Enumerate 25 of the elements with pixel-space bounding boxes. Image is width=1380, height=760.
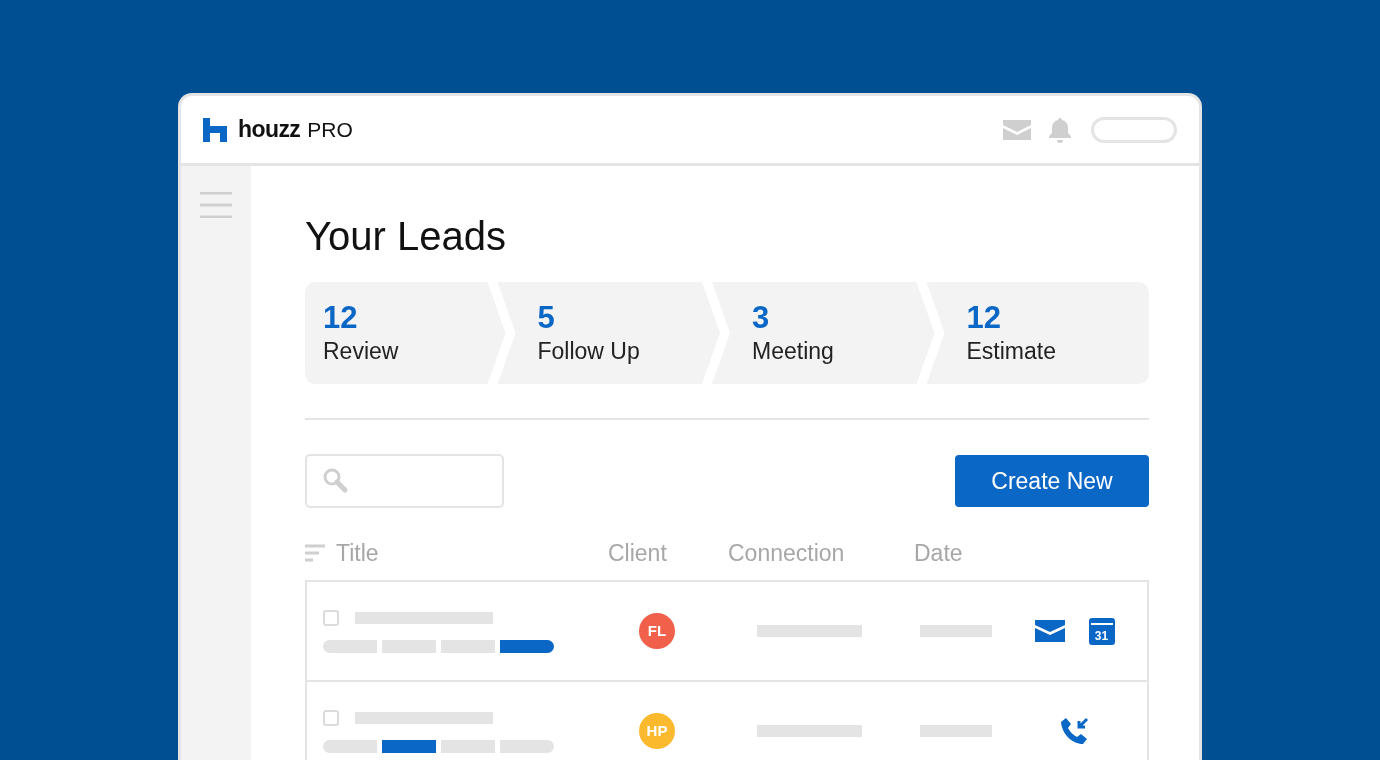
logo-icon [203, 117, 227, 142]
calendar-icon[interactable]: 31 [1088, 617, 1115, 645]
search-field[interactable] [305, 454, 504, 508]
page-title: Your Leads [305, 213, 507, 260]
create-new-button[interactable]: Create New [955, 455, 1149, 507]
search-icon [323, 468, 349, 494]
stage-tab[interactable]: 12 Review [305, 282, 506, 384]
date-placeholder-bar [920, 725, 992, 737]
mail-icon[interactable] [1034, 620, 1065, 642]
incoming-call-icon[interactable] [1059, 716, 1090, 746]
menu-icon[interactable] [200, 192, 232, 218]
date-placeholder-bar [920, 625, 992, 637]
notification-bell-icon[interactable] [1047, 116, 1073, 143]
client-avatar: HP [639, 713, 675, 749]
lead-row[interactable]: FL 31 [307, 582, 1147, 682]
stage-tab[interactable]: 12 Estimate [926, 282, 1149, 384]
stage-tab[interactable]: 3 Meeting [712, 282, 935, 384]
client-avatar: FL [639, 613, 675, 649]
brand-name: houzz [238, 115, 301, 145]
row-checkbox[interactable] [323, 609, 339, 626]
brand-suffix: PRO [307, 116, 353, 143]
sort-icon[interactable] [305, 544, 325, 562]
row-checkbox[interactable] [323, 709, 339, 726]
stage-tab[interactable]: 5 Follow Up [497, 282, 720, 384]
profile-pill[interactable] [1091, 116, 1177, 143]
